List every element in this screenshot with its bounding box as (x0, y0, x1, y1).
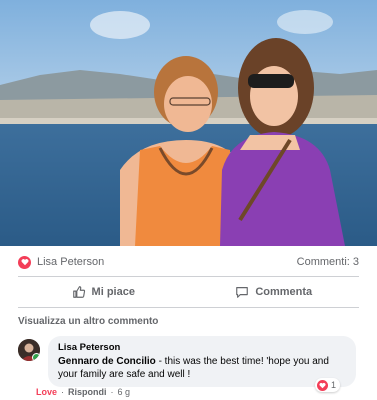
comment-time[interactable]: 6 g (118, 387, 131, 397)
thumbs-up-icon (72, 286, 85, 298)
comment-button[interactable]: Commenta (189, 280, 360, 304)
comment-mention[interactable]: Gennaro de Concilio (58, 356, 156, 367)
comment-label: Commenta (255, 286, 313, 298)
heart-icon (18, 255, 31, 269)
like-button[interactable]: Mi piace (18, 280, 189, 304)
divider (18, 276, 359, 277)
comment-text: Gennaro de Concilio - this was the best … (58, 355, 346, 381)
divider (18, 307, 359, 308)
comment-reaction-count[interactable]: 1 (315, 378, 341, 392)
like-label: Mi piace (91, 286, 135, 298)
meta-separator: · (110, 387, 114, 397)
love-button[interactable]: Love (36, 387, 57, 397)
online-dot (32, 353, 40, 361)
reply-button[interactable]: Rispondi (68, 387, 107, 397)
reaction-count-value: 1 (331, 380, 337, 390)
comment-meta: Love · Rispondi · 6 g (36, 387, 130, 397)
meta-separator: · (61, 387, 65, 397)
post-photo[interactable] (0, 0, 377, 246)
comment-icon (236, 287, 249, 298)
heart-icon (317, 379, 328, 391)
post-actions: Mi piace Commenta (18, 280, 359, 304)
reaction-people[interactable]: Lisa Peterson (18, 255, 105, 269)
avatar[interactable] (18, 339, 40, 361)
comment-author[interactable]: Lisa Peterson (58, 342, 346, 353)
comments-count[interactable]: Commenti: 3 (297, 256, 359, 268)
comment-bubble: Lisa Peterson Gennaro de Concilio - this… (48, 336, 356, 387)
reaction-name: Lisa Peterson (37, 256, 105, 268)
view-more-comments-link[interactable]: Visualizza un altro commento (18, 316, 158, 327)
reaction-summary: Lisa Peterson Commenti: 3 (18, 253, 359, 271)
